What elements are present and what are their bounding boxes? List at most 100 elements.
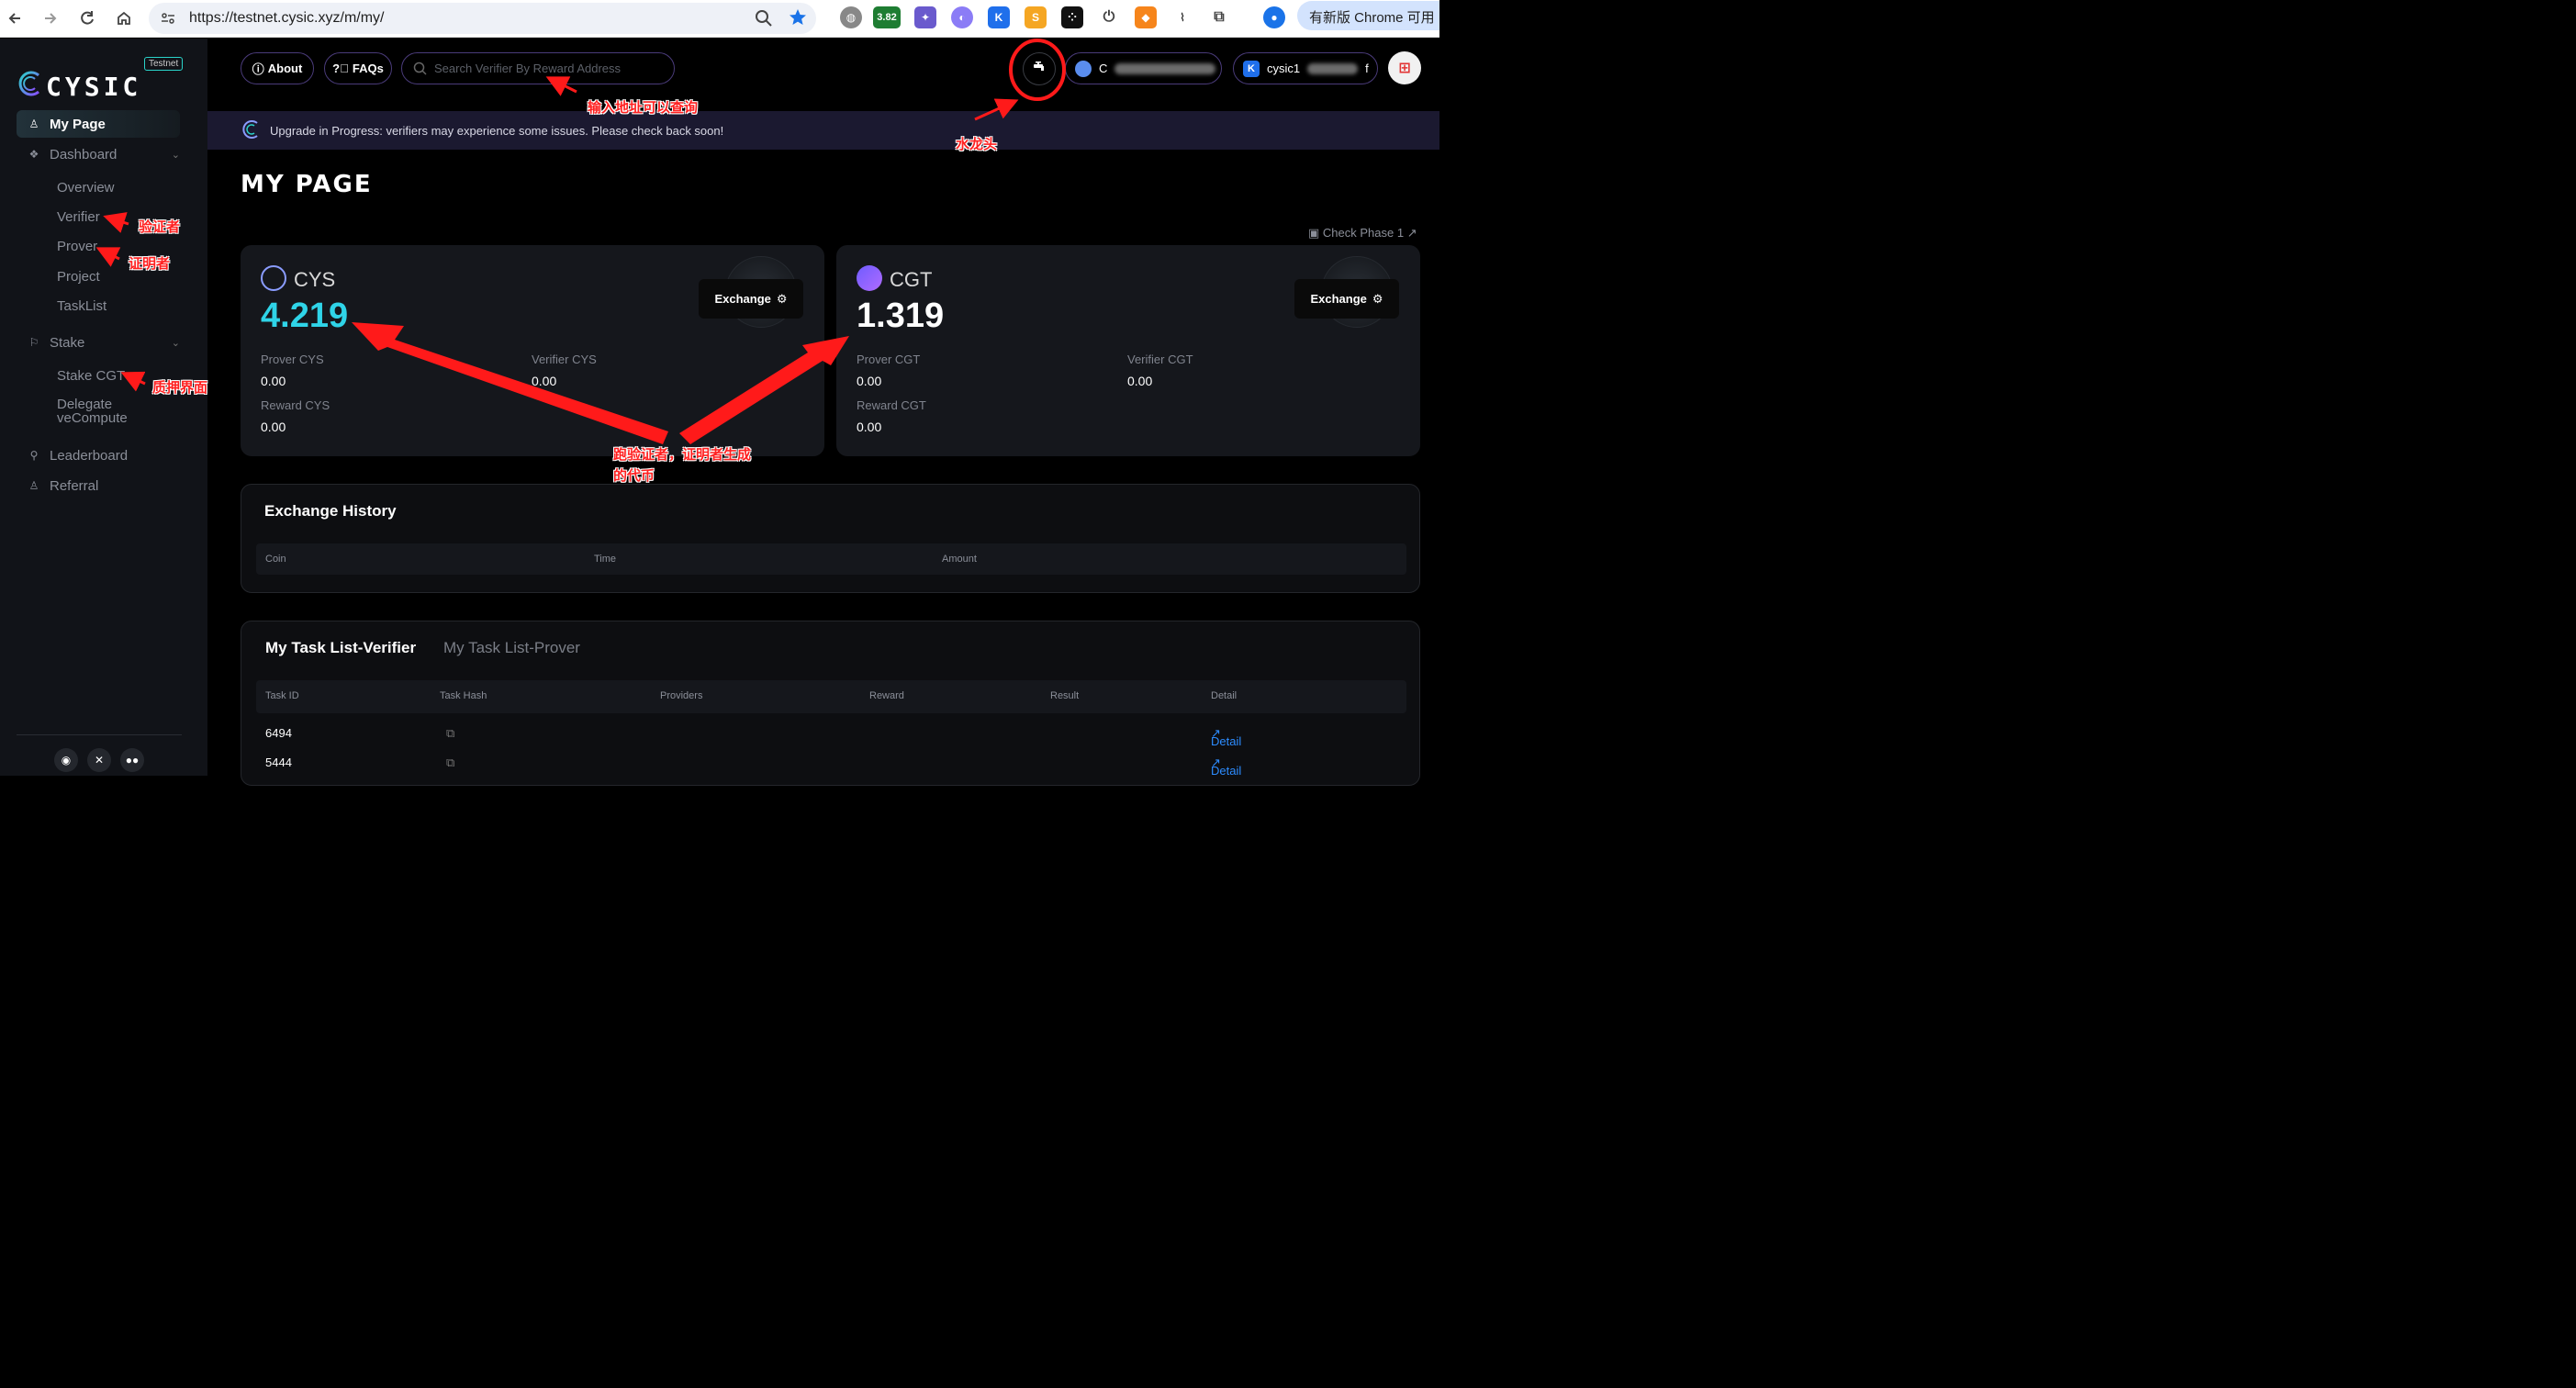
check-phase-link[interactable]: ▣ Check Phase 1 ↗ (1308, 226, 1417, 241)
column-header: Reward (869, 690, 904, 701)
exchange-icon: ⚙ (776, 291, 788, 306)
table-header: Coin Time Amount (256, 543, 1406, 575)
faucet-icon (1032, 61, 1047, 78)
sidebar-item-my-page[interactable]: ♙ My Page (17, 110, 180, 138)
search-field[interactable] (401, 52, 675, 84)
detail-link[interactable]: Detail ↗ (1211, 756, 1241, 778)
dice-extension-icon[interactable]: ⁘ (1061, 6, 1083, 28)
sidebar-item-label: Leaderboard (50, 447, 129, 464)
tab-prover-tasks[interactable]: My Task List-Prover (443, 639, 580, 657)
sidebar-item-overview[interactable]: Overview (57, 180, 115, 196)
globe-extension-icon[interactable]: ◍ (840, 6, 862, 28)
redacted-address (1114, 62, 1216, 74)
url-text[interactable]: https://testnet.cysic.xyz/m/my/ (189, 10, 385, 27)
prover-value: 0.00 (857, 374, 882, 388)
prover-label: Prover CYS (261, 353, 324, 366)
column-header: Time (594, 554, 617, 565)
sidebar-item-label: Dashboard (50, 146, 118, 162)
s-extension-icon[interactable]: S (1025, 6, 1047, 28)
address-bar[interactable]: https://testnet.cysic.xyz/m/my/ (149, 3, 816, 34)
bookmark-star-icon[interactable] (789, 8, 807, 31)
metamask-icon[interactable]: ◆ (1135, 6, 1157, 28)
sidebar-item-delegate[interactable]: Delegate veCompute (57, 397, 149, 425)
sidebar-divider (17, 734, 182, 735)
medium-icon[interactable]: ●● (120, 748, 144, 772)
k-extension-icon[interactable]: K (988, 6, 1010, 28)
reward-label: Reward CGT (857, 398, 926, 412)
search-icon (413, 62, 427, 75)
verifier-label: Verifier CYS (532, 353, 597, 366)
zoom-icon[interactable] (755, 9, 773, 32)
wallet-address-2[interactable]: K cysic1 f (1233, 52, 1378, 84)
keplr-icon: K (1243, 60, 1260, 77)
column-header: Detail (1211, 690, 1238, 701)
discord-icon[interactable]: ◉ (54, 748, 78, 772)
chart-extension-icon[interactable]: ⌇ (1171, 6, 1193, 28)
column-header: Providers (660, 690, 703, 701)
token-balance: 1.319 (857, 297, 945, 335)
external-link-icon: ↗ (1406, 226, 1417, 240)
annotation-tokens-line2: 的代币 (613, 467, 655, 484)
faucet-button[interactable] (1023, 52, 1056, 85)
about-button[interactable]: ⓘ About (241, 52, 314, 84)
extensions-puzzle-icon[interactable]: ⧉ (1208, 6, 1230, 28)
cgt-token-icon (857, 265, 882, 291)
question-icon: ?⃝ (332, 62, 349, 75)
table-row: 5444 ⧉ Detail ↗ (256, 747, 1406, 778)
sidebar-item-dashboard[interactable]: ❖ Dashboard ⌄ (17, 140, 180, 168)
table-row: 6494 ⧉ Detail ↗ (256, 718, 1406, 748)
faqs-button[interactable]: ?⃝ FAQs (324, 52, 392, 84)
sidebar-item-prover[interactable]: Prover (57, 239, 97, 254)
reward-value: 0.00 (261, 420, 286, 434)
panel-title: Exchange History (264, 502, 397, 520)
power-extension-icon[interactable]: ⏻ (1098, 6, 1120, 28)
testnet-badge: Testnet (144, 57, 184, 71)
copy-icon[interactable]: ⧉ (446, 756, 454, 770)
chrome-update-button[interactable]: 有新版 Chrome 可用 (1297, 1, 1439, 30)
extension-badge-icon[interactable]: 3.82 (873, 6, 901, 28)
prover-value: 0.00 (261, 374, 286, 388)
cysic-logo-icon (241, 119, 261, 142)
profile-icon[interactable]: ● (1263, 6, 1285, 28)
sidebar-item-tasklist[interactable]: TaskList (57, 298, 106, 314)
exchange-button[interactable]: Exchange ⚙ (699, 279, 803, 319)
exchange-button[interactable]: Exchange ⚙ (1294, 279, 1399, 319)
prover-label: Prover CGT (857, 353, 921, 366)
sidebar-item-stake[interactable]: ⚐ Stake ⌄ (17, 329, 180, 356)
cgt-balance-card: CGT 1.319 Exchange ⚙ Prover CGT 0.00 Ver… (836, 245, 1420, 456)
sidebar-item-project[interactable]: Project (57, 269, 100, 285)
back-arrow-icon[interactable] (2, 6, 28, 31)
reward-label: Reward CYS (261, 398, 330, 412)
logo-text[interactable]: CYSIC (46, 72, 141, 102)
wallet-address-1[interactable]: C (1065, 52, 1222, 84)
verifier-label: Verifier CGT (1127, 353, 1193, 366)
cysic-logo-icon (17, 70, 44, 102)
chevron-down-icon: ⌄ (171, 337, 180, 349)
site-info-icon[interactable] (160, 10, 176, 31)
wallet-avatar-icon (1075, 60, 1092, 77)
token-name: CYS (294, 268, 336, 291)
task-list-panel: My Task List-Verifier My Task List-Prove… (241, 621, 1420, 786)
avatar[interactable]: ⊞ (1388, 51, 1421, 84)
search-input[interactable] (432, 61, 662, 76)
bird-extension-icon[interactable]: ✦ (914, 6, 936, 28)
annotation-faucet: 水龙头 (956, 136, 998, 152)
exchange-icon: ⚙ (1372, 291, 1383, 306)
home-icon[interactable] (111, 6, 137, 31)
token-name: CGT (890, 268, 933, 291)
column-header: Result (1050, 690, 1080, 701)
sidebar-item-verifier[interactable]: Verifier (57, 209, 100, 225)
sidebar-item-leaderboard[interactable]: ⚲ Leaderboard (17, 442, 180, 469)
sidebar-item-stake-cgt[interactable]: Stake CGT (57, 368, 125, 384)
reward-value: 0.00 (857, 420, 882, 434)
x-icon[interactable]: ✕ (87, 748, 111, 772)
sidebar-item-referral[interactable]: ♙ Referral (17, 472, 180, 499)
detail-link[interactable]: Detail ↗ (1211, 726, 1241, 748)
copy-icon[interactable]: ⧉ (446, 726, 454, 741)
token-balance: 4.219 (261, 297, 349, 335)
upgrade-banner: Upgrade in Progress: verifiers may exper… (207, 111, 1439, 150)
tab-verifier-tasks[interactable]: My Task List-Verifier (265, 639, 416, 657)
reload-icon[interactable] (74, 6, 100, 31)
forward-arrow-icon[interactable] (38, 6, 63, 31)
ghost-extension-icon[interactable]: ◐ (951, 6, 973, 28)
